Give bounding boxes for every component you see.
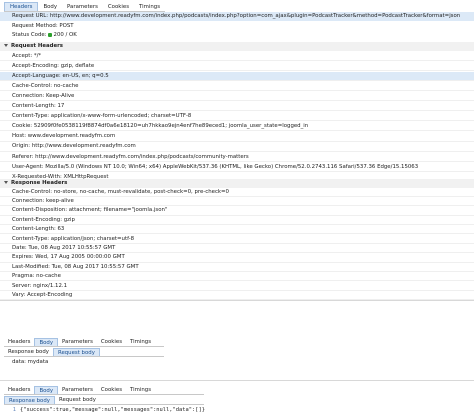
line-number: 1 [12, 407, 16, 413]
tab-parameters[interactable]: Parameters [58, 386, 97, 394]
request-body-tab[interactable]: Request body [52, 348, 100, 356]
tab-cookies[interactable]: Cookies [97, 386, 126, 394]
status-ok-icon [47, 32, 52, 37]
tab-parameters[interactable]: Parameters [62, 3, 103, 11]
header-row[interactable]: Origin: http://www.development.readyfm.c… [0, 142, 474, 152]
tab-timings[interactable]: Timings [126, 386, 155, 394]
body-subtab-bar: Response body Request body [4, 348, 164, 357]
tab-headers[interactable]: Headers [4, 386, 34, 394]
request-method-row: Request Method: POST [12, 23, 74, 29]
response-json: {"success":true,"message":null,"messages… [20, 407, 205, 413]
tab-headers[interactable]: Headers [4, 2, 39, 11]
tab-body[interactable]: Body [34, 338, 59, 346]
body-panel-request: Headers Body Parameters Cookies Timings … [4, 338, 164, 368]
tab-body[interactable]: Body [38, 3, 62, 11]
body-subtab-bar: Response body Request body [4, 396, 204, 405]
tab-parameters[interactable]: Parameters [58, 338, 97, 346]
panel-tab-bar: Headers Body Parameters Cookies Timings [4, 386, 204, 395]
header-row[interactable]: Date: Tue, 08 Aug 2017 10:55:57 GMT [0, 244, 474, 254]
response-body-tab[interactable]: Response body [4, 396, 55, 404]
tab-body[interactable]: Body [34, 386, 59, 394]
panel-tab-bar: Headers Body Parameters Cookies Timings [4, 338, 164, 347]
header-row[interactable]: Content-Encoding: gzip [0, 216, 474, 225]
header-row[interactable]: Vary: Accept-Encoding [0, 291, 474, 301]
request-headers-title: Request Headers [11, 43, 64, 49]
panel-divider [0, 380, 474, 381]
header-row[interactable]: Cookie: 52909f0fe0538119f8874df0a6e18120… [0, 122, 474, 132]
header-row[interactable]: Accept: */* [0, 52, 474, 61]
response-headers-title: Response Headers [11, 180, 68, 186]
tab-cookies[interactable]: Cookies [97, 338, 126, 346]
header-row[interactable]: Content-Type: application/x-www-form-url… [0, 112, 474, 122]
request-url-row[interactable]: Request URL: http://www.development.read… [0, 12, 474, 22]
header-row[interactable]: Pragma: no-cache [0, 272, 474, 282]
request-headers-section[interactable]: Request Headers [0, 42, 474, 52]
request-body-tab[interactable]: Request body [55, 396, 100, 404]
main-tab-bar: Headers Body Parameters Cookies Timings [4, 2, 166, 12]
header-row[interactable]: Connection: Keep-Alive [0, 92, 474, 102]
status-code-row: Status Code: 200 / OK [0, 31, 474, 40]
header-row[interactable]: Referer: http://www.development.readyfm.… [0, 153, 474, 162]
panel-divider [0, 300, 474, 301]
request-body-content: data: mydata [12, 359, 49, 365]
tab-cookies[interactable]: Cookies [103, 3, 134, 11]
header-row[interactable]: Content-Type: application/json; charset=… [0, 235, 474, 244]
status-code-label: Status Code: [12, 32, 47, 38]
status-code-value: 200 / OK [53, 32, 77, 38]
collapse-triangle-icon [4, 181, 8, 184]
header-row[interactable]: User-Agent: Mozilla/5.0 (Windows NT 10.0… [0, 163, 474, 172]
body-panel-response: Headers Body Parameters Cookies Timings … [4, 386, 205, 416]
header-row[interactable]: Server: nginx/1.12.1 [0, 282, 474, 291]
header-row[interactable]: Content-Length: 63 [0, 225, 474, 235]
header-row[interactable]: Accept-Encoding: gzip, deflate [0, 62, 474, 71]
header-row[interactable]: Last-Modified: Tue, 08 Aug 2017 10:55:57… [0, 263, 474, 272]
header-row[interactable]: Expires: Wed, 17 Aug 2005 00:00:00 GMT [0, 253, 474, 263]
header-row[interactable]: Cache-Control: no-cache [0, 82, 474, 92]
header-row[interactable]: Content-Disposition: attachment; filenam… [0, 206, 474, 216]
collapse-triangle-icon [4, 44, 8, 47]
tab-timings[interactable]: Timings [134, 3, 165, 11]
header-row[interactable]: Accept-Language: en-US, en; q=0.5 [0, 71, 474, 81]
response-body-content: 1 {"success":true,"message":null,"message… [4, 405, 205, 416]
header-row[interactable]: Content-Length: 17 [0, 102, 474, 112]
response-body-tab[interactable]: Response body [4, 348, 53, 356]
header-row[interactable]: Host: www.development.readyfm.com [0, 132, 474, 142]
header-row[interactable]: Cache-Control: no-store, no-cache, must-… [0, 188, 474, 197]
tab-headers[interactable]: Headers [4, 338, 34, 346]
tab-timings[interactable]: Timings [126, 338, 155, 346]
header-row[interactable]: Connection: keep-alive [0, 197, 474, 207]
